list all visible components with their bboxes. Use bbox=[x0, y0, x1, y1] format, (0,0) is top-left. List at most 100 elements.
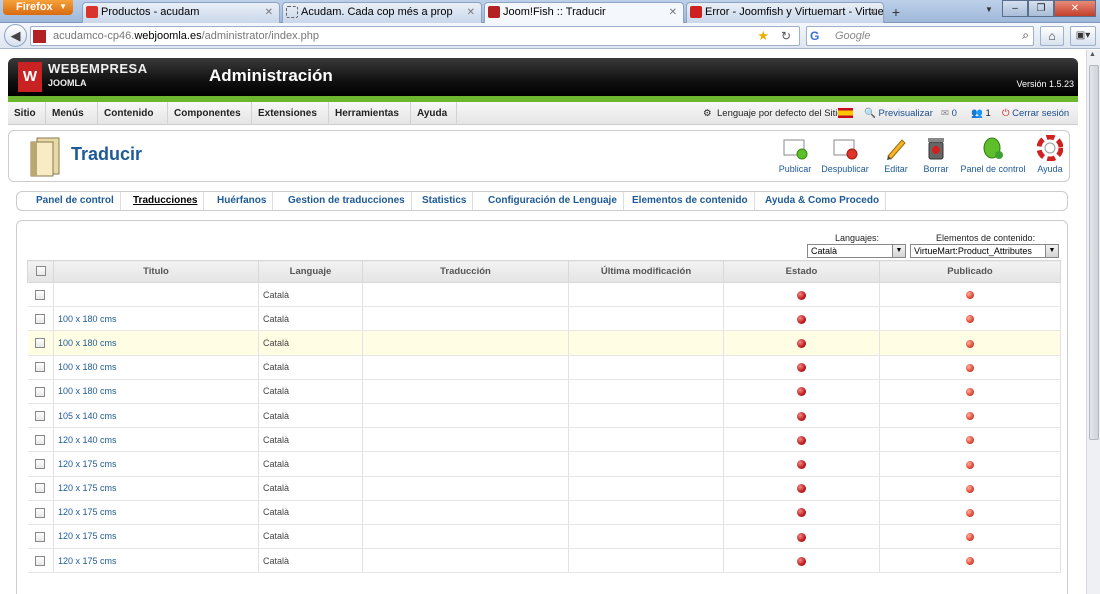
messages-link[interactable]: ✉ 0 bbox=[941, 102, 957, 125]
logout-link[interactable]: ⏻ Cerrar sesión bbox=[1002, 102, 1069, 125]
browser-tab-error[interactable]: Error - Joomfish y Virtuemart - Virtue..… bbox=[686, 2, 884, 23]
table-row[interactable]: 100 x 180 cms Català bbox=[27, 379, 1061, 404]
table-row[interactable]: 120 x 140 cms Català bbox=[27, 427, 1061, 453]
address-bar[interactable]: acudamco-cp46.webjoomla.es/administrator… bbox=[30, 26, 800, 46]
title-link[interactable]: 120 x 140 cms bbox=[58, 435, 117, 445]
row-checkbox[interactable] bbox=[35, 314, 46, 325]
menu-herramientas[interactable]: Herramientas bbox=[329, 102, 411, 125]
column-header-traduccion[interactable]: Traducción bbox=[362, 260, 569, 283]
row-checkbox[interactable] bbox=[35, 410, 46, 421]
row-checkbox[interactable] bbox=[35, 555, 46, 566]
table-row[interactable]: 120 x 175 cms Català bbox=[27, 476, 1061, 501]
unpublished-icon[interactable] bbox=[966, 557, 974, 566]
scrollbar-thumb[interactable] bbox=[1089, 65, 1099, 440]
unpublished-icon[interactable] bbox=[966, 436, 974, 445]
firefox-menu-button[interactable]: Firefox ▼ bbox=[3, 0, 73, 15]
row-checkbox[interactable] bbox=[35, 338, 46, 349]
subnav-panel-control[interactable]: Panel de control bbox=[30, 192, 121, 210]
vertical-scrollbar[interactable]: ▲ bbox=[1086, 50, 1100, 594]
title-link[interactable]: 105 x 140 cms bbox=[58, 411, 117, 421]
search-box[interactable]: G Google ⌕ bbox=[806, 26, 1034, 46]
elements-select[interactable]: VirtueMart:Product_Attributes ▼ bbox=[910, 244, 1059, 258]
close-tab-icon[interactable]: ✕ bbox=[669, 3, 677, 22]
row-checkbox[interactable] bbox=[35, 459, 46, 470]
column-header-titulo[interactable]: Titulo bbox=[53, 260, 259, 283]
menu-componentes[interactable]: Componentes bbox=[168, 102, 252, 125]
menu-sitio[interactable]: Sitio bbox=[8, 102, 46, 125]
subnav-statistics[interactable]: Statistics bbox=[416, 192, 474, 210]
unpublish-button[interactable]: Despublicar bbox=[820, 135, 870, 179]
menu-ayuda[interactable]: Ayuda bbox=[411, 102, 457, 125]
column-header-ultima-modificacion[interactable]: Última modificación bbox=[568, 260, 724, 283]
column-header-languaje[interactable]: Languaje bbox=[258, 260, 363, 283]
unpublished-icon[interactable] bbox=[966, 508, 974, 517]
unpublished-icon[interactable] bbox=[966, 291, 974, 300]
browser-tab-productos[interactable]: Productos - acudam ✕ bbox=[82, 2, 280, 23]
publish-button[interactable]: Publicar bbox=[775, 135, 815, 179]
users-online[interactable]: 👥 1 bbox=[971, 102, 991, 125]
tab-list-dropdown-icon[interactable]: ▼ bbox=[985, 5, 993, 14]
subnav-ayuda-como-procedo[interactable]: Ayuda & Como Procedo bbox=[759, 192, 887, 210]
title-link[interactable]: 120 x 175 cms bbox=[58, 556, 117, 566]
unpublished-icon[interactable] bbox=[966, 460, 974, 469]
control-panel-button[interactable]: Panel de control bbox=[959, 135, 1027, 179]
row-checkbox[interactable] bbox=[35, 435, 46, 446]
table-row[interactable]: 120 x 175 cms Català bbox=[27, 524, 1061, 550]
row-checkbox[interactable] bbox=[35, 386, 46, 397]
back-button[interactable]: ◀ bbox=[4, 24, 27, 47]
row-checkbox[interactable] bbox=[35, 362, 46, 373]
unpublished-icon[interactable] bbox=[966, 412, 974, 421]
table-row[interactable]: 120 x 175 cms Català bbox=[27, 500, 1061, 525]
subnav-elementos-contenido[interactable]: Elementos de contenido bbox=[626, 192, 755, 210]
extensions-button[interactable]: ▣▾ bbox=[1070, 26, 1096, 46]
table-row[interactable]: 100 x 180 cms Català bbox=[27, 330, 1061, 356]
title-link[interactable]: 100 x 180 cms bbox=[58, 362, 117, 372]
table-row[interactable]: 120 x 175 cms Català bbox=[27, 451, 1061, 477]
title-link[interactable]: 120 x 175 cms bbox=[58, 459, 117, 469]
menu-extensiones[interactable]: Extensiones bbox=[252, 102, 329, 125]
table-row[interactable]: 120 x 175 cms Català bbox=[27, 548, 1061, 574]
column-header-publicado[interactable]: Publicado bbox=[879, 260, 1061, 283]
preview-link[interactable]: 🔍 Previsualizar bbox=[864, 102, 933, 125]
title-link[interactable]: 100 x 180 cms bbox=[58, 314, 117, 324]
subnav-gestion-traducciones[interactable]: Gestion de traducciones bbox=[282, 192, 412, 210]
browser-tab-joomfish[interactable]: Joom!Fish :: Traducir ✕ bbox=[484, 2, 684, 24]
close-tab-icon[interactable]: ✕ bbox=[869, 3, 877, 22]
subnav-traducciones[interactable]: Traducciones bbox=[127, 192, 205, 210]
select-all-checkbox[interactable] bbox=[35, 266, 46, 277]
table-row[interactable]: 100 x 180 cms Català bbox=[27, 355, 1061, 380]
scroll-up-icon[interactable]: ▲ bbox=[1089, 51, 1096, 58]
subnav-huerfanos[interactable]: Huérfanos bbox=[211, 192, 274, 210]
delete-button[interactable]: Borrar bbox=[919, 135, 953, 179]
reload-icon[interactable]: ↻ bbox=[781, 29, 791, 43]
unpublished-icon[interactable] bbox=[966, 339, 974, 348]
subnav-configuracion-lenguaje[interactable]: Configuración de Lenguaje bbox=[482, 192, 624, 210]
unpublished-icon[interactable] bbox=[966, 484, 974, 493]
row-checkbox[interactable] bbox=[35, 483, 46, 494]
home-button[interactable]: ⌂ bbox=[1040, 26, 1064, 46]
title-link[interactable]: 100 x 180 cms bbox=[58, 386, 117, 396]
unpublished-icon[interactable] bbox=[966, 533, 974, 542]
title-link[interactable]: 120 x 175 cms bbox=[58, 507, 117, 517]
table-row[interactable]: Català bbox=[27, 282, 1061, 308]
close-window-button[interactable]: ✕ bbox=[1054, 0, 1096, 17]
title-link[interactable]: 100 x 180 cms bbox=[58, 338, 117, 348]
close-tab-icon[interactable]: ✕ bbox=[265, 3, 273, 22]
languages-select[interactable]: Català ▼ bbox=[807, 244, 906, 258]
unpublished-icon[interactable] bbox=[966, 315, 974, 324]
minimize-window-button[interactable]: – bbox=[1002, 0, 1028, 17]
row-checkbox[interactable] bbox=[35, 531, 46, 542]
new-tab-button[interactable]: + bbox=[886, 4, 906, 22]
bookmark-star-icon[interactable]: ★ bbox=[757, 28, 769, 44]
search-icon[interactable]: ⌕ bbox=[1022, 28, 1029, 43]
table-row[interactable]: 105 x 140 cms Català bbox=[27, 403, 1061, 429]
help-button[interactable]: Ayuda bbox=[1033, 135, 1067, 179]
title-link[interactable]: 120 x 175 cms bbox=[58, 531, 117, 541]
table-row[interactable]: 100 x 180 cms Català bbox=[27, 306, 1061, 332]
restore-window-button[interactable]: ❐ bbox=[1028, 0, 1054, 17]
browser-tab-acudam[interactable]: Acudam. Cada cop més a prop ✕ bbox=[282, 2, 482, 23]
row-checkbox[interactable] bbox=[35, 507, 46, 518]
edit-button[interactable]: Editar bbox=[881, 135, 911, 179]
unpublished-icon[interactable] bbox=[966, 363, 974, 372]
menu-contenido[interactable]: Contenido bbox=[98, 102, 168, 125]
